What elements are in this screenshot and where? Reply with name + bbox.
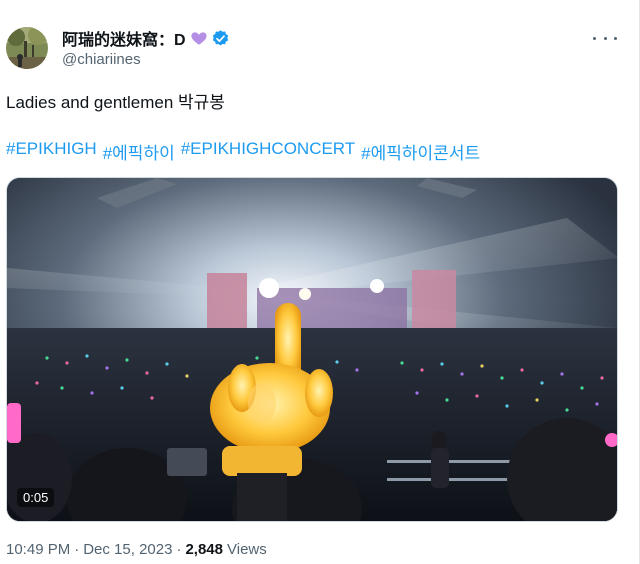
more-dot-icon	[614, 36, 617, 40]
hashtag-link[interactable]: #EPIKHIGHCONCERT	[181, 139, 355, 164]
meta-separator: ·	[176, 541, 182, 558]
video-elapsed-time: 0:05	[17, 488, 55, 507]
purple-heart-icon	[190, 29, 208, 47]
more-dot-icon	[593, 36, 596, 40]
concert-video-frame	[7, 178, 617, 521]
tweet-card: 阿瑞的迷妹窩：D @chiariines Ladies and gentleme…	[0, 0, 640, 564]
hashtag-link[interactable]: #에픽하이콘서트	[361, 139, 480, 164]
more-options-button[interactable]	[593, 28, 617, 48]
tweet-time-link[interactable]: 10:49 PM	[6, 541, 70, 558]
author-name-row[interactable]: 阿瑞的迷妹窩：D	[62, 27, 230, 49]
tweet-text: Ladies and gentlemen 박규봉	[6, 93, 225, 112]
verified-badge-icon	[211, 29, 230, 48]
more-dot-icon	[603, 36, 607, 40]
hashtag-link[interactable]: #EPIKHIGH	[6, 139, 97, 164]
hashtag-list: #EPIKHIGH #에픽하이 #EPIKHIGHCONCERT #에픽하이콘서…	[6, 139, 480, 164]
views-label: Views	[227, 541, 267, 558]
avatar[interactable]	[6, 27, 48, 69]
views-count: 2,848	[185, 541, 223, 558]
tweet-meta: 10:49 PM · Dec 15, 2023 · 2,848 Views	[6, 541, 267, 558]
display-name[interactable]: 阿瑞的迷妹窩：D	[62, 26, 186, 50]
author-handle[interactable]: @chiariines	[62, 51, 141, 68]
tweet-date-link[interactable]: Dec 15, 2023	[83, 541, 172, 558]
meta-separator: ·	[74, 541, 80, 558]
video-player[interactable]: 0:05	[6, 177, 618, 522]
hashtag-link[interactable]: #에픽하이	[103, 139, 175, 164]
